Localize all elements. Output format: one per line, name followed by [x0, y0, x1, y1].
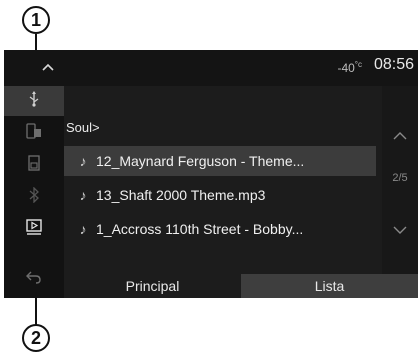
breadcrumb[interactable]: Soul> — [66, 120, 100, 135]
chevron-up-icon — [393, 132, 407, 140]
track-title: 13_Shaft 2000 Theme.mp3 — [96, 187, 266, 203]
bottom-tabs: Principal Lista — [64, 274, 418, 298]
sidebar-item-bluetooth[interactable] — [4, 182, 64, 212]
status-bar: -40°c 08:56 — [4, 50, 418, 86]
sd-card-icon — [28, 154, 40, 176]
tab-lista[interactable]: Lista — [241, 274, 418, 298]
source-sidebar — [4, 86, 64, 298]
callout-leader-line — [35, 292, 37, 326]
track-list-item[interactable]: ♪ 12_Maynard Ferguson - Theme... — [64, 146, 376, 176]
sidebar-item-back[interactable] — [4, 264, 64, 294]
callout-marker-2: 2 — [22, 324, 50, 352]
back-icon — [25, 270, 43, 289]
temperature-value: -40 — [337, 61, 355, 75]
temperature-unit: °c — [354, 60, 362, 69]
sidebar-item-usb[interactable] — [4, 86, 64, 116]
clock: 08:56 — [373, 56, 414, 73]
music-note-icon: ♪ — [79, 153, 87, 169]
track-title: 12_Maynard Ferguson - Theme... — [96, 153, 305, 169]
sidebar-item-sd-card[interactable] — [4, 150, 64, 180]
track-title: 1_Accross 110th Street - Bobby... — [96, 221, 304, 237]
callout-number: 1 — [30, 9, 41, 30]
collapse-chevron-up-icon[interactable] — [36, 56, 60, 78]
tab-principal[interactable]: Principal — [64, 274, 241, 298]
sidebar-item-phone-media[interactable] — [4, 118, 64, 148]
page-indicator: 2/5 — [392, 172, 408, 184]
scroll-down-button[interactable] — [382, 210, 418, 250]
music-note-icon: ♪ — [79, 187, 87, 203]
sidebar-item-media-player[interactable] — [4, 214, 64, 244]
track-list-item[interactable]: ♪ 1_Accross 110th Street - Bobby... — [64, 214, 376, 244]
outside-temperature: -40°c — [337, 60, 362, 75]
infotainment-screen: -40°c 08:56 Soul> ♪ 12_Maynard Ferguson … — [4, 50, 418, 298]
scroll-column: 2/5 — [382, 86, 418, 274]
track-list-item[interactable]: ♪ 13_Shaft 2000 Theme.mp3 — [64, 180, 376, 210]
music-note-icon: ♪ — [79, 221, 87, 237]
track-list-panel: Soul> ♪ 12_Maynard Ferguson - Theme... ♪… — [64, 86, 382, 274]
chevron-down-icon — [393, 226, 407, 234]
phone-media-icon — [25, 122, 43, 144]
usb-icon — [27, 90, 41, 112]
bluetooth-icon — [28, 185, 40, 208]
callout-marker-1: 1 — [22, 6, 50, 34]
media-player-icon — [25, 218, 43, 241]
callout-number: 2 — [30, 327, 41, 348]
scroll-up-button[interactable] — [382, 116, 418, 156]
